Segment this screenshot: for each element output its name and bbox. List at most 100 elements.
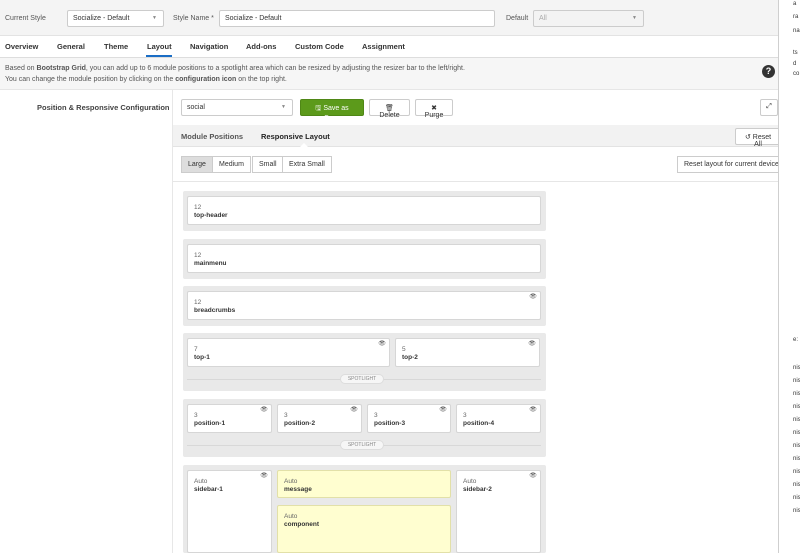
cell-width: 3 — [194, 412, 198, 419]
cell-position-name: component — [284, 521, 320, 528]
tab-responsive-layout[interactable]: Responsive Layout — [261, 132, 330, 141]
tab-navigation[interactable]: Navigation — [190, 42, 228, 51]
cell-width: 12 — [194, 299, 202, 306]
module-cell-sidebar-2[interactable]: 👁 Auto sidebar-2 — [456, 470, 541, 553]
strip-text: nis — [793, 430, 800, 436]
strip-text: na — [793, 28, 800, 34]
module-cell-breadcrumbs[interactable]: 👁 12 breadcrumbs — [187, 291, 541, 320]
cell-position-name: sidebar-1 — [194, 486, 223, 493]
cell-width: 3 — [374, 412, 378, 419]
module-cell-position-3[interactable]: 👁 3 position-3 — [367, 404, 451, 433]
cell-width: Auto — [284, 478, 298, 485]
cell-position-name: top-2 — [402, 354, 418, 361]
purge-label: Purge — [424, 112, 444, 119]
module-cell-position-2[interactable]: 👁 3 position-2 — [277, 404, 362, 433]
info-line-2: You can change the module position by cl… — [5, 76, 287, 83]
cell-position-name: message — [284, 486, 312, 493]
default-value: All — [539, 15, 547, 22]
style-name-input[interactable]: Socialize - Default — [219, 10, 495, 27]
device-small[interactable]: Small — [252, 156, 284, 173]
module-cell-sidebar-1[interactable]: 👁 Auto sidebar-1 — [187, 470, 272, 553]
info-line-1: Based on Bootstrap Grid, you can add up … — [5, 65, 465, 72]
save-as-copy-label: Save as Copy — [323, 105, 349, 122]
eye-icon[interactable]: 👁 — [529, 407, 537, 413]
chevron-down-icon: ▼ — [152, 15, 157, 21]
style-name-label: Style Name * — [173, 15, 214, 22]
spotlight-badge: SPOTLIGHT — [340, 440, 384, 450]
module-cell-message[interactable]: Auto message — [277, 470, 451, 498]
layout-row: 👁 Auto sidebar-1 Auto message Auto compo… — [183, 465, 546, 553]
eye-icon[interactable]: 👁 — [529, 473, 537, 479]
module-cell-position-1[interactable]: 👁 3 position-1 — [187, 404, 272, 433]
device-extra-small[interactable]: Extra Small — [282, 156, 332, 173]
close-icon: ✖ — [431, 105, 437, 112]
strip-text: d — [793, 61, 797, 67]
tab-custom-code[interactable]: Custom Code — [295, 42, 344, 51]
default-select[interactable]: All ▼ — [533, 10, 644, 27]
info-banner: Based on Bootstrap Grid, you can add up … — [0, 58, 778, 90]
tab-theme[interactable]: Theme — [104, 42, 128, 51]
chevron-down-icon: ▼ — [632, 15, 637, 21]
tab-assignment[interactable]: Assignment — [362, 42, 405, 51]
layout-select[interactable]: social ▼ — [181, 99, 293, 116]
cell-width: 12 — [194, 204, 202, 211]
undo-icon: ↺ — [744, 134, 751, 141]
strip-text: nis — [793, 391, 800, 397]
save-as-copy-button[interactable]: 🖫 Save as Copy — [300, 99, 364, 122]
panel-header: Module Positions Responsive Layout ↺ Res… — [173, 125, 795, 148]
active-tab-pointer — [300, 143, 308, 147]
module-cell-position-4[interactable]: 👁 3 position-4 — [456, 404, 541, 433]
device-bar: Large Medium Small Extra Small Reset lay… — [173, 148, 795, 182]
section-label: Position & Responsive Configuration — [37, 103, 170, 112]
layout-row: 👁 3 position-1 👁 3 position-2 👁 3 positi… — [183, 399, 546, 457]
eye-icon[interactable]: 👁 — [439, 407, 447, 413]
strip-text: e: — [793, 337, 799, 343]
module-cell-top-2[interactable]: 👁 5 top-2 — [395, 338, 540, 367]
cell-position-name: position-2 — [284, 420, 316, 427]
cell-position-name: top-1 — [194, 354, 210, 361]
reset-all-label: Reset All — [752, 134, 772, 148]
tab-general[interactable]: General — [57, 42, 85, 51]
cell-position-name: top-header — [194, 212, 228, 219]
module-cell-top-1[interactable]: 👁 7 top-1 — [187, 338, 390, 367]
tab-module-positions[interactable]: Module Positions — [181, 132, 243, 141]
tab-overview[interactable]: Overview — [5, 42, 38, 51]
eye-icon[interactable]: 👁 — [378, 341, 386, 347]
eye-icon[interactable]: 👁 — [260, 407, 268, 413]
delete-label: Delete — [379, 112, 400, 119]
tab-layout[interactable]: Layout — [147, 42, 172, 51]
eye-icon[interactable]: 👁 — [528, 341, 536, 347]
active-tab-indicator — [146, 55, 172, 57]
eye-icon[interactable]: 👁 — [529, 294, 537, 300]
purge-button[interactable]: ✖ Purge — [415, 99, 453, 119]
cell-position-name: mainmenu — [194, 260, 227, 267]
module-cell-top-header[interactable]: 12 top-header — [187, 196, 541, 225]
fullscreen-button[interactable]: ⤢ — [760, 99, 778, 116]
delete-button[interactable]: 🗑 Delete — [369, 99, 410, 119]
module-cell-mainmenu[interactable]: 12 mainmenu — [187, 244, 541, 273]
strip-text: nis — [793, 456, 800, 462]
strip-text: ra — [793, 14, 799, 20]
reset-device-button[interactable]: Reset layout for current device — [677, 156, 786, 173]
strip-text: nis — [793, 417, 800, 423]
device-medium[interactable]: Medium — [212, 156, 251, 173]
layout-row: 👁 12 breadcrumbs — [183, 286, 546, 326]
eye-icon[interactable]: 👁 — [260, 473, 268, 479]
cell-width: Auto — [284, 513, 298, 520]
reset-all-button[interactable]: ↺ Reset All — [735, 128, 781, 148]
current-style-select[interactable]: Socialize - Default ▼ — [67, 10, 164, 27]
help-icon[interactable]: ? — [762, 65, 775, 78]
device-large[interactable]: Large — [181, 156, 213, 173]
cell-width: 7 — [194, 346, 198, 353]
main-tabs: Overview General Theme Layout Navigation… — [0, 36, 778, 58]
strip-text: nis — [793, 469, 800, 475]
strip-text: nis — [793, 365, 800, 371]
tab-addons[interactable]: Add-ons — [246, 42, 276, 51]
strip-text: nis — [793, 482, 800, 488]
cell-width: 3 — [463, 412, 467, 419]
strip-text: nis — [793, 508, 800, 514]
cell-position-name: position-4 — [463, 420, 495, 427]
eye-icon[interactable]: 👁 — [350, 407, 358, 413]
background-window-strip: a ra na ts d co e: nis nis nis nis nis n… — [778, 0, 800, 553]
module-cell-component[interactable]: Auto component — [277, 505, 451, 553]
